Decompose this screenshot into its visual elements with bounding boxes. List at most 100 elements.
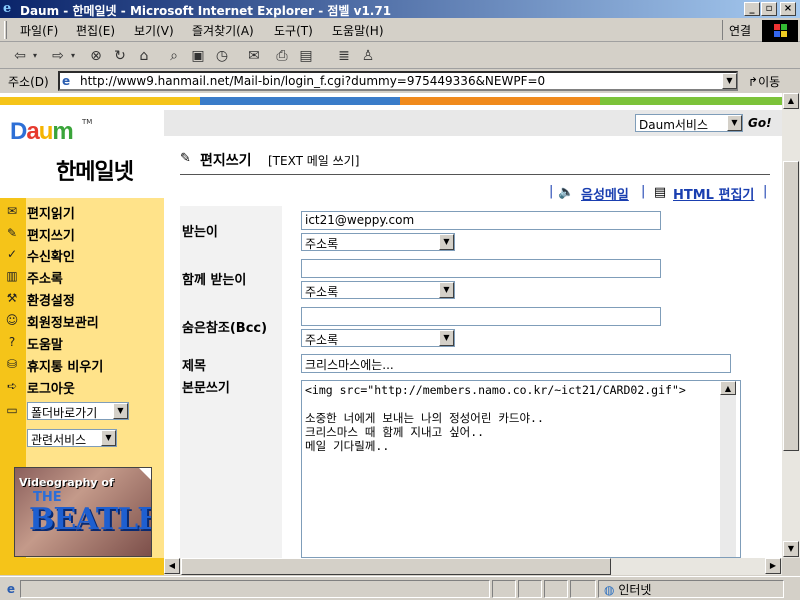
address-input[interactable]: e http://www9.hanmail.net/Mail-bin/login… (58, 71, 738, 91)
zone-label: 인터넷 (618, 583, 652, 597)
home-icon[interactable]: ⌂ (134, 47, 154, 65)
page-status-icon: e (6, 582, 16, 596)
chevron-down-icon: ▼ (439, 282, 454, 298)
write-mail-icon: ✎ (6, 226, 18, 240)
scroll-up-icon[interactable]: ▲ (783, 93, 799, 109)
horizontal-scroll-thumb[interactable] (181, 558, 611, 575)
address-url: http://www9.hanmail.net/Mail-bin/login_f… (80, 74, 546, 88)
close-button[interactable]: × (780, 2, 796, 16)
help-icon: ? (8, 335, 16, 349)
sidebar-item-label: 환경설정 (27, 294, 75, 309)
title-bar: e Daum - 한메일넷 - Microsoft Internet Explo… (0, 0, 800, 18)
go-button[interactable]: ↱이동 (748, 73, 780, 90)
connect-menu[interactable]: 연결 (722, 20, 760, 40)
menu-edit[interactable]: 편집(E) (76, 22, 115, 39)
bcc-input[interactable] (301, 307, 661, 326)
scroll-up-icon[interactable]: ▲ (720, 381, 736, 395)
page-vertical-scrollbar[interactable]: ▲ ▼ (782, 93, 800, 558)
banner-line1: Videography of (19, 476, 114, 489)
stop-icon[interactable]: ⊗ (86, 47, 106, 65)
menu-tools[interactable]: 도구(T) (274, 22, 313, 39)
addressbook-option: 주소록 (305, 333, 339, 347)
sidebar-item-label: 회원정보관리 (27, 316, 99, 331)
html-editor-link[interactable]: HTML 편집기 (673, 184, 754, 203)
sidebar-item-label: 편지쓰기 (27, 229, 75, 244)
subject-value: 크리스마스에는... (305, 358, 394, 372)
status-pane (570, 580, 596, 598)
edit-icon[interactable]: ▤ (296, 47, 316, 65)
to-addressbook-select[interactable]: 주소록 ▼ (301, 233, 455, 251)
favorites-icon[interactable]: ▣ (188, 47, 208, 65)
menu-file[interactable]: 파일(F) (20, 22, 58, 39)
write-mail-icon: ✎ (180, 151, 191, 166)
chevron-down-icon: ▼ (113, 403, 128, 419)
address-dropdown-icon[interactable]: ▼ (722, 73, 737, 89)
messenger-icon[interactable]: ♙ (358, 47, 378, 65)
chevron-down-icon: ▼ (101, 430, 116, 446)
cc-label: 함께 받는이 (182, 273, 247, 288)
search-icon[interactable]: ⌕ (164, 47, 184, 65)
cc-addressbook-select[interactable]: 주소록 ▼ (301, 281, 455, 299)
related-services-select[interactable]: 관련서비스 ▼ (27, 429, 117, 447)
beatles-banner[interactable]: Videography of THE BEATLES (14, 467, 152, 557)
services-go-button[interactable]: Go! (748, 116, 772, 130)
discuss-icon[interactable]: ≣ (334, 47, 354, 65)
daum-logo[interactable]: Daum (10, 118, 74, 146)
status-pane (492, 580, 516, 598)
color-strip-blue (200, 97, 400, 105)
tool-separator: | (641, 184, 646, 199)
forward-dropdown-icon[interactable]: ▾ (68, 47, 78, 65)
receipt-check-icon: ✓ (6, 247, 18, 261)
banner-line3: BEATLES (29, 502, 151, 537)
history-icon[interactable]: ◷ (212, 47, 232, 65)
addressbook-option: 주소록 (305, 237, 339, 251)
subject-input[interactable]: 크리스마스에는... (301, 354, 731, 373)
cc-input[interactable] (301, 259, 661, 278)
menu-view[interactable]: 보기(V) (134, 22, 174, 39)
forward-icon[interactable]: ⇨ (48, 47, 68, 65)
minimize-button[interactable]: _ (744, 2, 760, 16)
scroll-right-icon[interactable]: ▶ (765, 558, 781, 574)
tool-separator: | (549, 184, 554, 199)
scroll-left-icon[interactable]: ◀ (164, 558, 180, 574)
go-arrow-icon: ↱ (748, 75, 759, 89)
internet-zone: ◍ 인터넷 (604, 581, 651, 598)
status-pane (544, 580, 568, 598)
voice-mail-link[interactable]: 음성메일 (581, 184, 629, 203)
html-editor-icon: ▤ (653, 185, 667, 200)
hanmail-logo[interactable]: 한메일넷 (56, 154, 134, 186)
chevron-down-icon: ▼ (439, 330, 454, 346)
sidebar-item-label: 로그아웃 (27, 382, 75, 397)
menu-grip (4, 21, 7, 39)
sidebar-footer (0, 558, 164, 575)
go-label: 이동 (758, 75, 781, 89)
mail-icon[interactable]: ✉ (244, 47, 264, 65)
to-input[interactable]: ict21@weppy.com (301, 211, 661, 230)
vertical-scroll-thumb[interactable] (783, 161, 799, 451)
menu-favorites[interactable]: 즐겨찾기(A) (192, 22, 254, 39)
back-icon[interactable]: ⇦ (10, 47, 30, 65)
refresh-icon[interactable]: ↻ (110, 47, 130, 65)
sidebar: Daum TM 한메일넷 ✉ 편지읽기 ✎ 편지쓰기 ✓ 수신확인 ▥ 주소록 … (0, 108, 164, 558)
page-horizontal-scrollbar[interactable]: ◀ ▶ (164, 558, 782, 575)
sidebar-item-label: 편지읽기 (27, 207, 75, 222)
menu-help[interactable]: 도움말(H) (332, 22, 384, 39)
speaker-icon: 🔈 (558, 185, 575, 200)
trash-icon: ⛁ (6, 357, 18, 371)
body-scrollbar[interactable]: ▲ (720, 381, 736, 557)
print-icon[interactable]: ⎙ (272, 47, 292, 65)
folder-shortcut-select[interactable]: 폴더바로가기 ▼ (27, 402, 129, 420)
folder-shortcut-value: 폴더바로가기 (31, 406, 98, 420)
scroll-corner (782, 558, 800, 575)
maximize-button[interactable]: ▫ (761, 2, 777, 16)
back-dropdown-icon[interactable]: ▾ (30, 47, 40, 65)
scroll-down-icon[interactable]: ▼ (783, 541, 799, 557)
to-label: 받는이 (182, 225, 218, 240)
ie-logo-icon: e (3, 1, 12, 16)
bcc-addressbook-select[interactable]: 주소록 ▼ (301, 329, 455, 347)
color-strip-green (600, 97, 782, 105)
logout-icon: ➪ (6, 379, 18, 393)
daum-services-select[interactable]: Daum서비스 ▼ (635, 114, 743, 132)
page-subtitle: [TEXT 메일 쓰기] (268, 154, 360, 168)
body-textarea[interactable]: <img src="http://members.namo.co.kr/~ict… (301, 380, 741, 558)
